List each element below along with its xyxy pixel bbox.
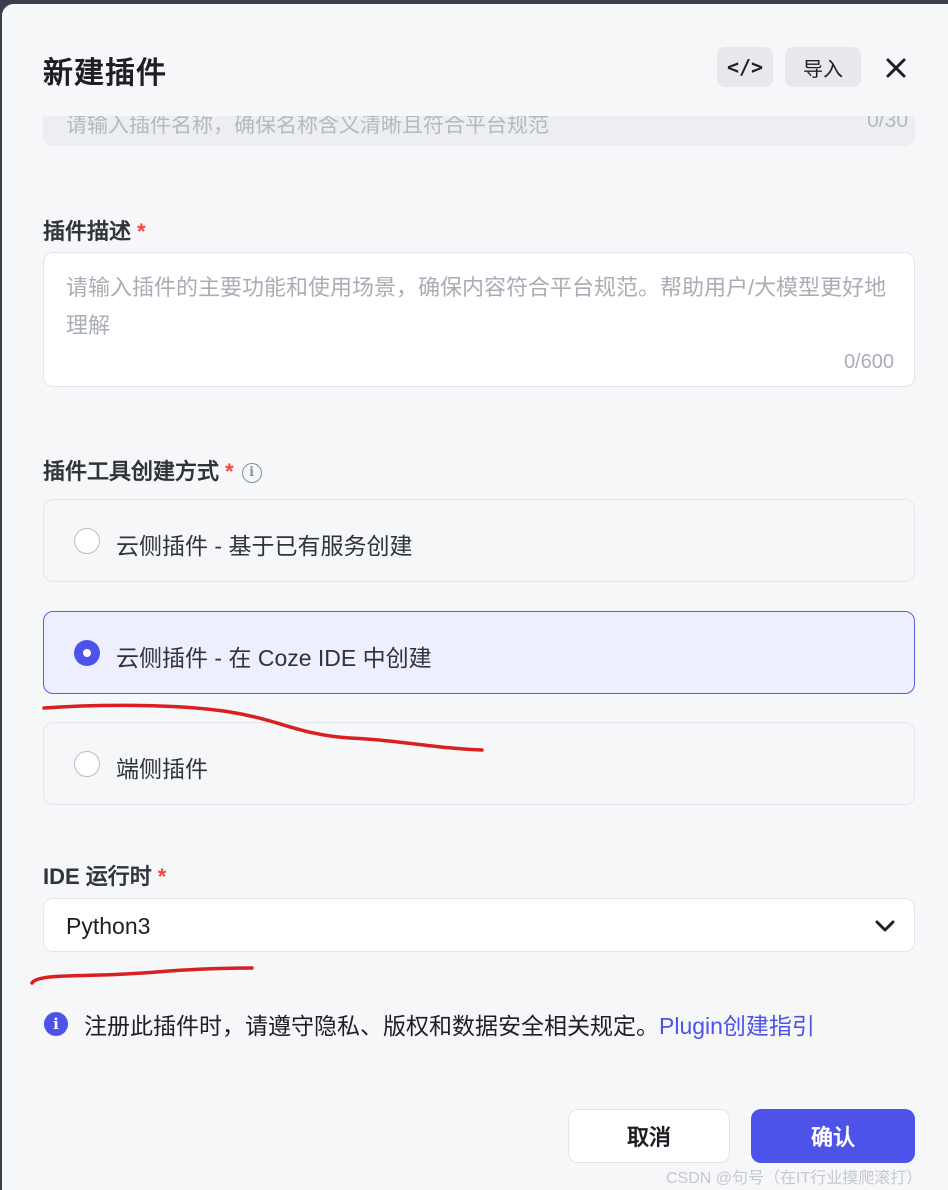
required-mark: *	[137, 219, 146, 244]
watermark: CSDN @句号（在IT行业摸爬滚打）	[666, 1170, 923, 1187]
option-device-side[interactable]: 端侧插件	[43, 722, 915, 805]
description-placeholder: 请输入插件的主要功能和使用场景，确保内容符合平台规范。帮助用户/大模型更好地理解	[66, 275, 887, 338]
required-mark: *	[225, 459, 234, 484]
runtime-label: IDE 运行时 *	[43, 859, 166, 891]
option-cloud-coze-ide[interactable]: 云侧插件 - 在 Coze IDE 中创建	[43, 611, 915, 694]
runtime-select[interactable]: Python3	[43, 898, 915, 952]
cancel-button[interactable]: 取消	[568, 1109, 730, 1163]
plugin-guide-link[interactable]: Plugin创建指引	[659, 1007, 815, 1041]
description-label: 插件描述 *	[43, 214, 146, 246]
creation-method-label: 插件工具创建方式 * i	[43, 454, 262, 486]
code-icon: </>	[726, 55, 764, 79]
confirm-button[interactable]: 确认	[751, 1109, 915, 1163]
compliance-notice: i 注册此插件时，请遵守隐私、版权和数据安全相关规定。 Plugin创建指引	[44, 1007, 815, 1041]
description-textarea[interactable]: 请输入插件的主要功能和使用场景，确保内容符合平台规范。帮助用户/大模型更好地理解…	[43, 252, 915, 387]
radio-button[interactable]	[74, 751, 100, 777]
runtime-label-text: IDE 运行时	[43, 864, 152, 889]
chevron-down-icon	[875, 920, 895, 932]
notice-text: 注册此插件时，请遵守隐私、版权和数据安全相关规定。	[84, 1013, 659, 1039]
import-button[interactable]: 导入	[785, 47, 861, 87]
description-counter: 0/600	[843, 351, 894, 373]
required-mark: *	[157, 864, 167, 889]
radio-button[interactable]	[74, 528, 100, 554]
info-icon[interactable]: i	[241, 463, 262, 484]
creation-method-label-text: 插件工具创建方式	[43, 459, 220, 484]
close-icon	[886, 58, 906, 78]
dialog-title: 新建插件	[43, 57, 167, 90]
radio-button-selected[interactable]	[74, 640, 100, 666]
runtime-selected-value: Python3	[66, 913, 151, 939]
option-label: 端侧插件	[116, 756, 208, 782]
create-plugin-dialog: 请输入插件名称，确保名称含义清晰且符合平台规范 0/30 新建插件 </> 导入…	[2, 4, 948, 1190]
close-button[interactable]	[878, 50, 914, 86]
option-cloud-existing-service[interactable]: 云侧插件 - 基于已有服务创建	[43, 499, 915, 582]
option-label: 云侧插件 - 在 Coze IDE 中创建	[116, 645, 432, 671]
dialog-header: 新建插件 </> 导入	[2, 4, 948, 116]
description-label-text: 插件描述	[43, 219, 132, 244]
code-button[interactable]: </>	[717, 47, 773, 87]
info-filled-icon: i	[44, 1012, 68, 1036]
option-label: 云侧插件 - 基于已有服务创建	[116, 533, 413, 559]
